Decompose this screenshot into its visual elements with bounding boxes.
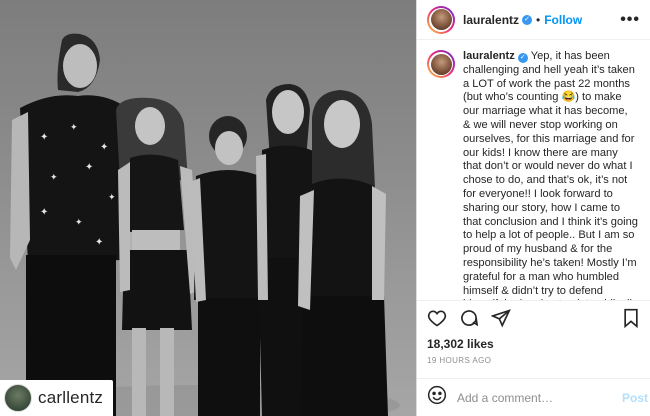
person-man: ✦ ✦ ✦ ✦ ✦ ✦ ✦ ✦ ✦ <box>10 33 138 416</box>
comment-input[interactable] <box>457 390 612 405</box>
action-bar <box>417 301 650 335</box>
caption-section: lauralentz ✓ Yep, it has been challenging… <box>417 40 650 301</box>
caption-body: Yep, it has been challenging and hell ye… <box>463 50 638 300</box>
caption-text: lauralentz ✓ Yep, it has been challenging… <box>463 50 638 300</box>
post-photo[interactable]: ✦ ✦ ✦ ✦ ✦ ✦ ✦ ✦ ✦ carllentz <box>0 0 416 416</box>
post-comment-button[interactable]: Post <box>622 391 648 405</box>
heart-icon[interactable] <box>427 308 447 328</box>
person-girl-1 <box>116 97 200 416</box>
svg-text:✦: ✦ <box>85 162 93 173</box>
comment-icon[interactable] <box>459 308 479 328</box>
svg-text:✦: ✦ <box>40 207 48 218</box>
person-woman <box>298 90 388 416</box>
tagged-user-overlay[interactable]: carllentz <box>0 380 114 416</box>
svg-text:✦: ✦ <box>108 192 116 202</box>
emoji-icon[interactable] <box>427 385 447 410</box>
svg-text:✦: ✦ <box>75 217 83 227</box>
share-icon[interactable] <box>491 308 511 328</box>
svg-text:✦: ✦ <box>70 122 78 132</box>
bookmark-icon[interactable] <box>622 308 640 328</box>
svg-text:✦: ✦ <box>40 132 48 143</box>
post-header: lauralentz ✓ • Follow ••• <box>417 0 650 40</box>
svg-text:✦: ✦ <box>50 172 58 182</box>
more-options-icon[interactable]: ••• <box>620 11 640 29</box>
tagged-user-avatar <box>4 384 32 412</box>
verified-badge-icon: ✓ <box>522 14 533 25</box>
svg-text:✦: ✦ <box>100 142 108 153</box>
caption-author-avatar[interactable] <box>427 50 455 78</box>
caption-username[interactable]: lauralentz <box>463 50 515 62</box>
family-photo-illustration: ✦ ✦ ✦ ✦ ✦ ✦ ✦ ✦ ✦ <box>0 33 400 416</box>
separator-dot: • <box>536 12 541 27</box>
post-sidebar: lauralentz ✓ • Follow ••• lauralentz ✓ Ye… <box>416 0 650 416</box>
post-timestamp[interactable]: 19 HOURS AGO <box>417 353 650 373</box>
likes-count[interactable]: 18,302 likes <box>417 335 650 353</box>
tagged-user-name[interactable]: carllentz <box>38 388 103 408</box>
follow-button[interactable]: Follow <box>544 13 582 27</box>
author-avatar[interactable] <box>427 5 455 34</box>
comment-bar: Post <box>417 378 650 416</box>
svg-text:✦: ✦ <box>95 237 103 248</box>
person-boy <box>190 116 266 416</box>
author-username[interactable]: lauralentz <box>463 13 519 27</box>
caption-verified-badge-icon: ✓ <box>517 53 528 63</box>
